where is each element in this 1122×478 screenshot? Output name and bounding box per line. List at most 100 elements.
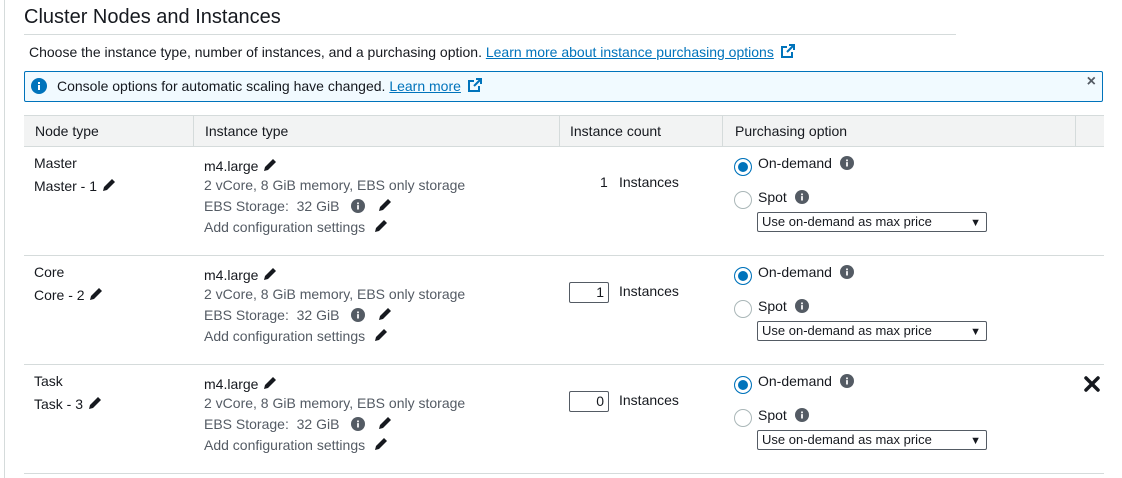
- instance-count-input[interactable]: 0: [569, 391, 609, 412]
- instance-count-label: Instances: [619, 174, 679, 190]
- chevron-down-icon: ▼: [970, 435, 981, 447]
- ebs-storage: EBS Storage: 32 GiB: [204, 197, 393, 216]
- add-config-settings: Add configuration settings: [204, 436, 389, 455]
- node-name: Master - 1: [34, 177, 117, 196]
- instance-count-input[interactable]: 1: [569, 282, 609, 303]
- ebs-value: 32 GiB: [296, 416, 340, 432]
- max-price-select[interactable]: Use on-demand as max price ▼: [757, 321, 987, 341]
- header-instance-type: Instance type: [205, 123, 289, 139]
- table-header: Node type Instance type Instance count P…: [24, 115, 1104, 147]
- info-icon[interactable]: [794, 190, 809, 207]
- pencil-icon[interactable]: [377, 197, 393, 216]
- intro-description: Choose the instance type, number of inst…: [29, 44, 482, 60]
- spot-option: Spot: [758, 407, 809, 425]
- chevron-down-icon: ▼: [970, 326, 981, 338]
- pencil-icon[interactable]: [262, 157, 278, 176]
- table-row: Task Task - 3 m4.large 2 vCore, 8 GiB me…: [24, 365, 1104, 474]
- info-icon[interactable]: [839, 374, 854, 391]
- on-demand-radio[interactable]: [734, 158, 752, 176]
- pencil-icon[interactable]: [377, 415, 393, 434]
- on-demand-label: On-demand: [758, 264, 832, 280]
- info-icon[interactable]: [351, 308, 366, 325]
- add-config-text: Add configuration settings: [204, 437, 366, 453]
- instance-description: 2 vCore, 8 GiB memory, EBS only storage: [204, 177, 466, 193]
- add-config-text: Add configuration settings: [204, 219, 366, 235]
- pencil-icon[interactable]: [87, 395, 103, 414]
- spot-radio[interactable]: [734, 300, 752, 318]
- pencil-icon[interactable]: [101, 177, 117, 196]
- header-divider: [1075, 116, 1076, 146]
- ebs-label: EBS Storage:: [204, 198, 289, 214]
- info-banner: Console options for automatic scaling ha…: [24, 71, 1103, 102]
- node-type-label: Master: [34, 155, 77, 171]
- instance-count-label: Instances: [619, 283, 679, 299]
- instances-table: Node type Instance type Instance count P…: [24, 115, 1104, 474]
- on-demand-option: On-demand: [758, 373, 854, 391]
- on-demand-option: On-demand: [758, 264, 854, 282]
- instance-count-value: 1: [600, 174, 608, 190]
- info-icon[interactable]: [839, 156, 854, 173]
- spot-label: Spot: [758, 407, 787, 423]
- info-icon[interactable]: [351, 199, 366, 216]
- select-value: Use on-demand as max price: [762, 214, 932, 229]
- info-icon: [31, 78, 47, 99]
- table-row: Core Core - 2 m4.large 2 vCore, 8 GiB me…: [24, 256, 1104, 365]
- pencil-icon[interactable]: [373, 218, 389, 237]
- spot-radio[interactable]: [734, 409, 752, 427]
- max-price-select[interactable]: Use on-demand as max price ▼: [757, 212, 987, 232]
- header-instance-count: Instance count: [570, 123, 662, 139]
- spot-option: Spot: [758, 189, 809, 207]
- add-config-text: Add configuration settings: [204, 328, 366, 344]
- info-icon[interactable]: [794, 299, 809, 316]
- pencil-icon[interactable]: [377, 306, 393, 325]
- ebs-storage: EBS Storage: 32 GiB: [204, 415, 393, 434]
- info-icon[interactable]: [794, 408, 809, 425]
- banner-text: Console options for automatic scaling ha…: [57, 78, 386, 94]
- spot-radio[interactable]: [734, 191, 752, 209]
- node-name-text: Master - 1: [34, 178, 98, 194]
- on-demand-label: On-demand: [758, 373, 832, 389]
- add-config-settings: Add configuration settings: [204, 327, 389, 346]
- learn-more-purchasing-link[interactable]: Learn more about instance purchasing opt…: [486, 44, 774, 60]
- header-divider: [193, 116, 194, 146]
- on-demand-label: On-demand: [758, 155, 832, 171]
- ebs-value: 32 GiB: [296, 198, 340, 214]
- max-price-select[interactable]: Use on-demand as max price ▼: [757, 430, 987, 450]
- external-link-icon[interactable]: [467, 77, 483, 96]
- select-value: Use on-demand as max price: [762, 432, 932, 447]
- ebs-storage: EBS Storage: 32 GiB: [204, 306, 393, 325]
- ebs-label: EBS Storage:: [204, 307, 289, 323]
- instance-type-text: m4.large: [204, 267, 259, 283]
- header-divider: [722, 116, 723, 146]
- info-icon[interactable]: [351, 417, 366, 434]
- instance-type: m4.large: [204, 266, 278, 285]
- intro-text: Choose the instance type, number of inst…: [29, 43, 796, 62]
- pencil-icon[interactable]: [373, 436, 389, 455]
- on-demand-radio[interactable]: [734, 376, 752, 394]
- pencil-icon[interactable]: [373, 327, 389, 346]
- close-icon[interactable]: ×: [1087, 73, 1096, 91]
- header-divider: [559, 116, 560, 146]
- pencil-icon[interactable]: [262, 266, 278, 285]
- instance-type-text: m4.large: [204, 376, 259, 392]
- instance-type: m4.large: [204, 157, 278, 176]
- instance-description: 2 vCore, 8 GiB memory, EBS only storage: [204, 395, 466, 411]
- info-icon[interactable]: [839, 265, 854, 282]
- chevron-down-icon: ▼: [970, 217, 981, 229]
- node-name-text: Task - 3: [34, 396, 84, 412]
- pencil-icon[interactable]: [262, 375, 278, 394]
- banner-message: Console options for automatic scaling ha…: [57, 77, 483, 96]
- instance-type: m4.large: [204, 375, 278, 394]
- banner-learn-more-link[interactable]: Learn more: [389, 78, 461, 94]
- pencil-icon[interactable]: [88, 286, 104, 305]
- node-name-text: Core - 2: [34, 287, 85, 303]
- spot-label: Spot: [758, 298, 787, 314]
- page-title: Cluster Nodes and Instances: [24, 6, 281, 28]
- on-demand-radio[interactable]: [734, 267, 752, 285]
- spot-label: Spot: [758, 189, 787, 205]
- node-name: Task - 3: [34, 395, 103, 414]
- external-link-icon[interactable]: [780, 43, 796, 62]
- on-demand-option: On-demand: [758, 155, 854, 173]
- select-value: Use on-demand as max price: [762, 323, 932, 338]
- remove-icon[interactable]: [1083, 375, 1101, 399]
